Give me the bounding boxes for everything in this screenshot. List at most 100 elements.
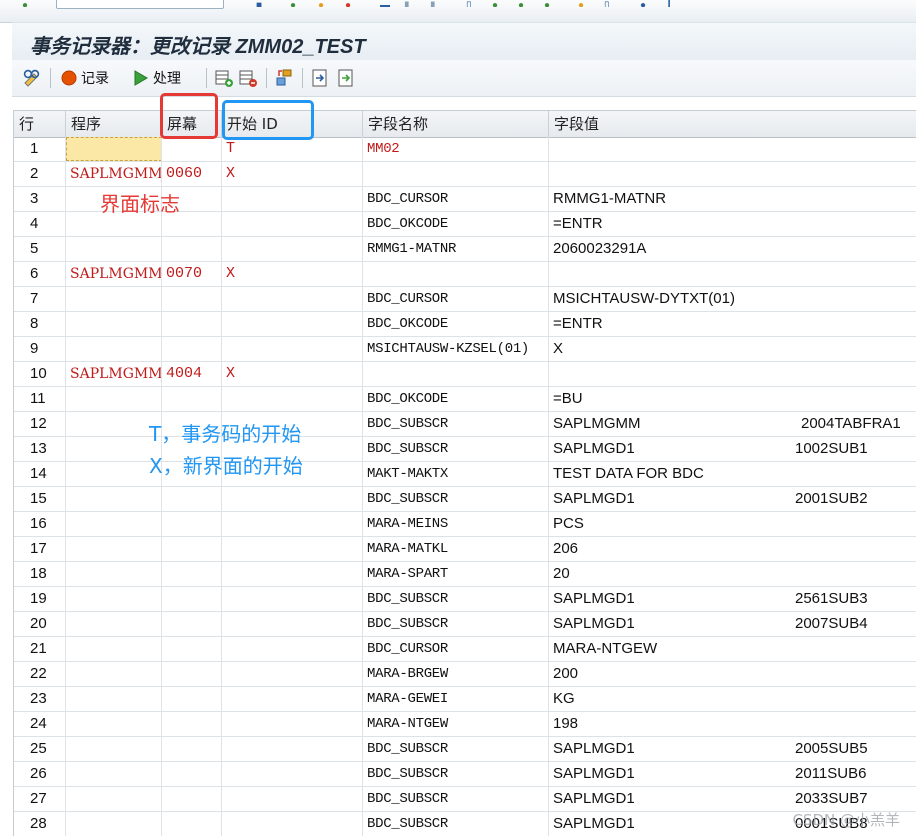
field-value-cell[interactable]: SAPLMGD1 2033SUB7 bbox=[549, 787, 916, 811]
start-id-cell[interactable] bbox=[222, 212, 363, 236]
field-name-cell[interactable] bbox=[363, 162, 549, 186]
table-row[interactable]: 16 MARA-MEINS PCS bbox=[14, 512, 916, 537]
last-page-icon[interactable]: ● bbox=[518, 0, 524, 7]
delete-row-button[interactable] bbox=[238, 68, 258, 88]
first-page-icon[interactable]: ▮ bbox=[430, 0, 436, 7]
screen-number-cell[interactable] bbox=[162, 787, 222, 811]
field-name-cell[interactable]: MARA-NTGEW bbox=[363, 712, 549, 736]
field-value-cell[interactable]: 2060023291A bbox=[549, 237, 916, 261]
table-row[interactable]: 24 MARA-NTGEW 198 bbox=[14, 712, 916, 737]
screen-number-cell[interactable] bbox=[162, 712, 222, 736]
sort-button[interactable] bbox=[274, 68, 294, 88]
start-id-cell[interactable] bbox=[222, 812, 363, 836]
back-icon[interactable]: ● bbox=[290, 0, 296, 7]
field-name-cell[interactable]: BDC_SUBSCR bbox=[363, 412, 549, 436]
record-button[interactable]: 记录 bbox=[60, 68, 109, 88]
field-name-cell[interactable]: BDC_OKCODE bbox=[363, 312, 549, 336]
table-row[interactable]: 28 BDC_SUBSCR SAPLMGD1 0001SUB8 bbox=[14, 812, 916, 836]
program-cell[interactable] bbox=[66, 787, 162, 811]
screen-number-cell[interactable]: 4004 bbox=[162, 362, 222, 386]
program-cell[interactable]: SAPLMGMM bbox=[66, 262, 162, 286]
screen-number-cell[interactable] bbox=[162, 312, 222, 336]
screen-number-cell[interactable] bbox=[162, 237, 222, 261]
program-cell[interactable] bbox=[66, 587, 162, 611]
prev-page-icon[interactable]: ▯ bbox=[466, 0, 472, 7]
program-cell[interactable] bbox=[66, 462, 162, 486]
field-value-cell[interactable]: PCS bbox=[549, 512, 916, 536]
next-page-icon[interactable]: ● bbox=[492, 0, 498, 7]
screen-number-cell[interactable] bbox=[162, 812, 222, 836]
table-row[interactable]: 21 BDC_CURSOR MARA-NTGEW bbox=[14, 637, 916, 662]
program-cell[interactable] bbox=[66, 437, 162, 461]
screen-number-cell[interactable] bbox=[162, 562, 222, 586]
column-header-program[interactable]: 程序 bbox=[66, 111, 162, 137]
start-id-cell[interactable] bbox=[222, 762, 363, 786]
field-name-cell[interactable]: MARA-SPART bbox=[363, 562, 549, 586]
screen-number-cell[interactable] bbox=[162, 662, 222, 686]
field-value-cell[interactable]: SAPLMGD1 2011SUB6 bbox=[549, 762, 916, 786]
screen-number-cell[interactable] bbox=[162, 512, 222, 536]
start-id-cell[interactable] bbox=[222, 737, 363, 761]
cancel-icon[interactable]: ● bbox=[345, 0, 351, 7]
field-name-cell[interactable]: BDC_SUBSCR bbox=[363, 812, 549, 836]
field-value-cell[interactable]: SAPLMGMM 2004TABFRA1 bbox=[549, 412, 916, 436]
screen-number-cell[interactable]: 0060 bbox=[162, 162, 222, 186]
start-id-cell[interactable]: X bbox=[222, 262, 363, 286]
check-icon[interactable]: ● bbox=[22, 0, 28, 7]
program-cell[interactable] bbox=[66, 387, 162, 411]
field-value-cell[interactable]: SAPLMGD1 2005SUB5 bbox=[549, 737, 916, 761]
start-id-cell[interactable] bbox=[222, 787, 363, 811]
field-value-cell[interactable]: TEST DATA FOR BDC bbox=[549, 462, 916, 486]
field-name-cell[interactable]: MARA-MATKL bbox=[363, 537, 549, 561]
field-name-cell[interactable]: BDC_OKCODE bbox=[363, 212, 549, 236]
table-row[interactable]: 10 SAPLMGMM 4004 X bbox=[14, 362, 916, 387]
start-id-cell[interactable] bbox=[222, 337, 363, 361]
column-header-line[interactable]: 行 bbox=[14, 111, 66, 137]
program-cell[interactable] bbox=[66, 287, 162, 311]
start-id-cell[interactable] bbox=[222, 312, 363, 336]
field-name-cell[interactable] bbox=[363, 362, 549, 386]
start-id-cell[interactable] bbox=[222, 662, 363, 686]
field-name-cell[interactable]: MSICHTAUSW-KZSEL(01) bbox=[363, 337, 549, 361]
customize-icon[interactable]: ┃ bbox=[666, 0, 672, 7]
shortcut-icon[interactable]: ● bbox=[578, 0, 584, 7]
program-cell[interactable] bbox=[66, 512, 162, 536]
field-name-cell[interactable]: BDC_CURSOR bbox=[363, 187, 549, 211]
screen-number-cell[interactable] bbox=[162, 337, 222, 361]
field-value-cell[interactable]: SAPLMGD1 2561SUB3 bbox=[549, 587, 916, 611]
program-cell[interactable]: SAPLMGMM bbox=[66, 162, 162, 186]
field-name-cell[interactable]: BDC_SUBSCR bbox=[363, 587, 549, 611]
start-id-cell[interactable]: X bbox=[222, 362, 363, 386]
field-value-cell[interactable]: RMMG1-MATNR bbox=[549, 187, 916, 211]
field-name-cell[interactable]: BDC_SUBSCR bbox=[363, 437, 549, 461]
start-id-cell[interactable] bbox=[222, 487, 363, 511]
field-name-cell[interactable]: RMMG1-MATNR bbox=[363, 237, 549, 261]
table-row[interactable]: 18 MARA-SPART 20 bbox=[14, 562, 916, 587]
field-name-cell[interactable]: BDC_SUBSCR bbox=[363, 487, 549, 511]
field-value-cell[interactable]: 20 bbox=[549, 562, 916, 586]
screen-number-cell[interactable] bbox=[162, 687, 222, 711]
field-value-cell[interactable] bbox=[549, 162, 916, 186]
field-value-cell[interactable]: KG bbox=[549, 687, 916, 711]
table-row[interactable]: 2 SAPLMGMM 0060 X bbox=[14, 162, 916, 187]
start-id-cell[interactable] bbox=[222, 587, 363, 611]
program-cell[interactable] bbox=[66, 537, 162, 561]
field-name-cell[interactable]: MM02 bbox=[363, 137, 549, 161]
field-name-cell[interactable]: BDC_SUBSCR bbox=[363, 737, 549, 761]
screen-number-cell[interactable]: 0070 bbox=[162, 262, 222, 286]
field-value-cell[interactable]: 198 bbox=[549, 712, 916, 736]
field-name-cell[interactable]: MARA-MEINS bbox=[363, 512, 549, 536]
screen-number-cell[interactable] bbox=[162, 612, 222, 636]
field-value-cell[interactable] bbox=[549, 262, 916, 286]
program-cell[interactable]: SAPLMGMM bbox=[66, 362, 162, 386]
program-cell[interactable] bbox=[66, 487, 162, 511]
program-cell[interactable] bbox=[66, 662, 162, 686]
start-id-cell[interactable] bbox=[222, 562, 363, 586]
field-name-cell[interactable]: MAKT-MAKTX bbox=[363, 462, 549, 486]
start-id-cell[interactable] bbox=[222, 187, 363, 211]
glasses-display-button[interactable] bbox=[22, 68, 42, 88]
field-value-cell[interactable]: SAPLMGD1 2007SUB4 bbox=[549, 612, 916, 636]
field-value-cell[interactable]: SAPLMGD1 1002SUB1 bbox=[549, 437, 916, 461]
field-name-cell[interactable]: BDC_SUBSCR bbox=[363, 612, 549, 636]
screen-number-cell[interactable] bbox=[162, 137, 222, 161]
